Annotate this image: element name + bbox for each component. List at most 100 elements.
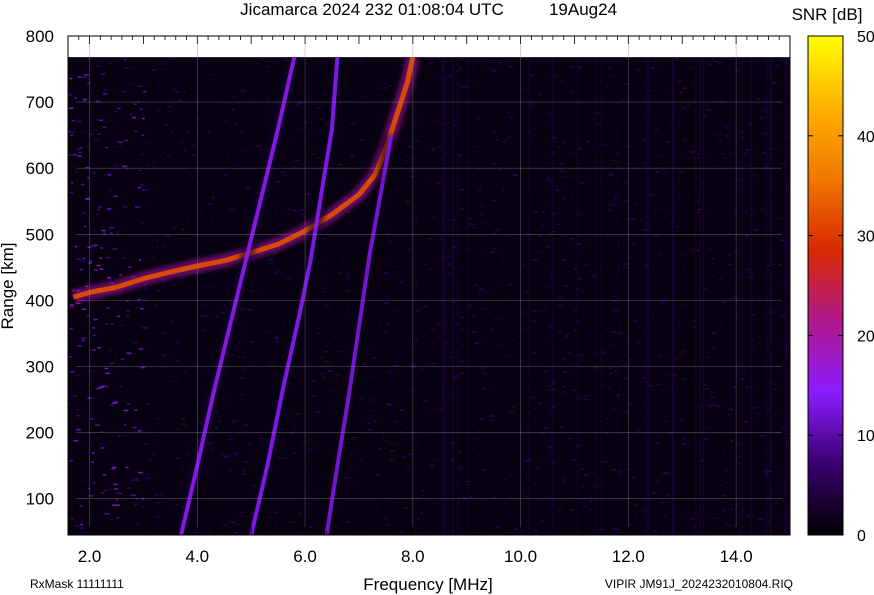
noise-speck	[676, 323, 681, 325]
noise-speck	[519, 485, 522, 487]
noise-speck	[312, 374, 316, 377]
noise-speck	[184, 435, 188, 437]
noise-speck	[583, 263, 588, 266]
noise-speck	[663, 514, 668, 517]
noise-speck	[69, 191, 74, 194]
noise-speck	[569, 505, 574, 507]
noise-speck	[228, 412, 231, 415]
noise-speck	[80, 260, 85, 262]
noise-speck	[459, 372, 464, 375]
noise-speck	[447, 263, 452, 266]
noise-speck	[603, 322, 607, 325]
noise-speck	[608, 67, 611, 70]
noise-speck	[146, 460, 150, 463]
noise-speck	[659, 295, 664, 298]
noise-speck	[287, 201, 293, 204]
noise-speck	[557, 212, 561, 214]
noise-speck	[410, 445, 416, 447]
noise-speck	[489, 59, 492, 61]
noise-speck	[623, 200, 628, 202]
noise-speck	[734, 208, 738, 211]
noise-speck	[241, 368, 245, 371]
noise-speck	[101, 185, 104, 188]
noise-speck	[127, 487, 132, 489]
noise-speck	[727, 318, 731, 320]
noise-speck	[779, 59, 785, 62]
noise-speck	[294, 150, 299, 153]
noise-speck	[259, 57, 265, 59]
noise-speck	[353, 255, 357, 257]
noise-speck	[400, 409, 404, 411]
noise-speck	[112, 504, 117, 507]
noise-speck	[410, 271, 415, 273]
x-tick-label: 8.0	[401, 547, 425, 566]
noise-speck	[479, 185, 483, 188]
noise-speck	[602, 461, 606, 463]
noise-speck	[265, 390, 269, 392]
noise-speck	[419, 306, 422, 308]
noise-speck	[154, 494, 160, 496]
noise-speck	[727, 254, 731, 256]
noise-speck	[772, 127, 777, 130]
noise-speck	[612, 407, 616, 409]
noise-speck	[684, 518, 689, 521]
noise-speck	[690, 84, 694, 86]
noise-speck	[687, 195, 691, 198]
noise-speck	[260, 330, 265, 332]
noise-speck	[86, 198, 90, 200]
noise-speck	[135, 206, 140, 208]
noise-speck	[679, 419, 683, 422]
noise-speck	[275, 270, 280, 273]
noise-speck	[283, 276, 288, 278]
noise-speck	[545, 245, 551, 248]
noise-speck	[162, 332, 166, 334]
noise-speck	[459, 143, 462, 146]
noise-speck	[399, 433, 405, 435]
noise-speck	[342, 509, 346, 511]
colorbar-tick-label: 50	[857, 29, 874, 46]
noise-speck	[165, 380, 170, 383]
noise-speck	[521, 275, 525, 278]
noise-speck	[295, 413, 300, 415]
noise-speck	[237, 227, 243, 230]
noise-speck	[289, 393, 293, 395]
noise-speck	[205, 355, 210, 357]
noise-speck	[267, 317, 273, 320]
noise-speck	[529, 103, 535, 106]
noise-speck	[111, 468, 116, 470]
noise-speck	[202, 148, 208, 151]
noise-speck	[623, 411, 628, 414]
noise-speck	[418, 252, 423, 254]
noise-speck	[274, 511, 279, 514]
noise-speck	[100, 447, 105, 449]
noise-speck	[561, 175, 565, 178]
noise-speck	[169, 171, 174, 174]
noise-speck	[156, 245, 160, 248]
noise-speck	[491, 489, 496, 491]
noise-speck	[235, 511, 240, 514]
noise-speck	[249, 290, 253, 292]
noise-speck	[251, 297, 256, 300]
noise-speck	[706, 109, 712, 111]
noise-speck	[118, 435, 121, 438]
noise-speck	[491, 69, 495, 72]
noise-speck	[731, 348, 736, 350]
noise-speck	[129, 325, 135, 327]
noise-speck	[276, 166, 280, 168]
noise-speck	[189, 333, 195, 335]
noise-speck	[437, 323, 442, 325]
noise-speck	[181, 464, 185, 466]
noise-speck	[746, 267, 749, 270]
noise-speck	[388, 317, 392, 320]
noise-speck	[116, 516, 119, 519]
noise-speck	[399, 64, 404, 66]
noise-speck	[681, 183, 684, 185]
noise-speck	[94, 244, 98, 247]
noise-speck	[460, 478, 463, 481]
noise-speck	[137, 85, 143, 88]
colorbar	[807, 35, 844, 536]
noise-speck	[336, 374, 340, 377]
noise-speck	[68, 355, 73, 358]
noise-speck	[174, 350, 178, 353]
noise-speck	[653, 485, 656, 488]
